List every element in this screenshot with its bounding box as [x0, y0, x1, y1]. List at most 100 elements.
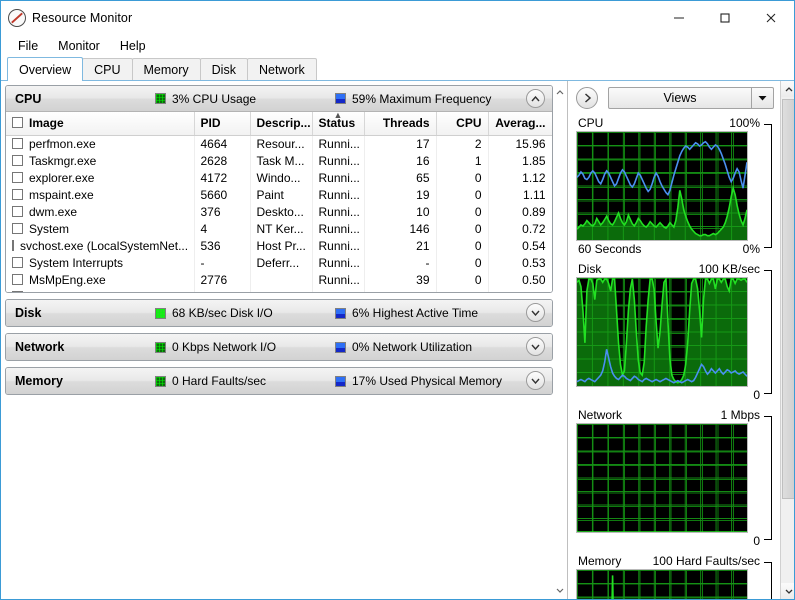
graphs-pane: Views CPU 100% 60 Seconds 0% Disk 100 KB/sec 0… — [567, 81, 794, 599]
row-checkbox[interactable] — [12, 206, 23, 217]
graph-plot-area — [576, 277, 748, 387]
column-header-pid[interactable]: PID — [194, 112, 251, 136]
table-row[interactable]: mspaint.exe 5660 Paint Runni... 19 0 1.11 — [6, 186, 552, 203]
tab-disk[interactable]: Disk — [199, 58, 248, 81]
cell-pid: 376 — [194, 203, 251, 220]
disk-expand-button[interactable] — [526, 303, 545, 322]
maximize-button[interactable] — [702, 1, 748, 35]
hide-graphs-button[interactable] — [576, 87, 598, 109]
menu-bar: File Monitor Help — [1, 35, 794, 57]
graphs-scroll-down-button[interactable] — [780, 583, 794, 599]
row-checkbox[interactable] — [12, 155, 23, 166]
column-header-average[interactable]: Averag... — [488, 112, 552, 136]
cell-pid: 5660 — [194, 186, 251, 203]
left-pane-scrollbar[interactable] — [553, 85, 567, 597]
table-row[interactable]: explorer.exe 4172 Windo... Runni... 65 0 1.12 — [6, 169, 552, 186]
cell-threads: 10 — [364, 288, 437, 292]
graphs-scrollbar-thumb[interactable] — [781, 99, 794, 499]
row-checkbox[interactable] — [12, 257, 23, 268]
cell-pid: 536 — [194, 237, 251, 254]
cell-description — [250, 271, 313, 288]
cell-status: Runni... — [312, 254, 365, 271]
graphs-scrollbar-track[interactable] — [780, 97, 794, 583]
table-row[interactable]: MsMpEng.exe 2776 Runni... 39 0 0.50 — [6, 271, 552, 288]
row-checkbox[interactable] — [12, 172, 23, 183]
memory-panel-header[interactable]: Memory 0 Hard Faults/sec 17% Used Physic… — [6, 368, 552, 394]
graph-title: Network — [578, 408, 623, 422]
network-panel-header[interactable]: Network 0 Kbps Network I/O 0% Network Ut… — [6, 334, 552, 360]
process-table-body: perfmon.exe 4664 Resour... Runni... 17 2 15.96… — [6, 135, 552, 292]
row-checkbox[interactable] — [12, 291, 23, 292]
row-checkbox[interactable] — [12, 189, 23, 200]
graph-min-label: 0 — [753, 388, 760, 402]
graph-max-label: 100 KB/sec — [698, 262, 760, 276]
graph-header: Network 1 Mbps — [576, 408, 774, 423]
close-button[interactable] — [748, 1, 794, 35]
table-header-row: Image PID Descrip... ▲ Status Threads CPU… — [6, 112, 552, 136]
column-header-cpu[interactable]: CPU — [436, 112, 489, 136]
graph-series — [577, 424, 747, 532]
row-checkbox[interactable] — [12, 223, 23, 234]
row-checkbox[interactable] — [12, 274, 23, 285]
tab-memory[interactable]: Memory — [131, 58, 201, 81]
cell-image: dwm.exe — [6, 203, 195, 220]
cpu-collapse-button[interactable] — [526, 89, 545, 108]
cpu-panel-header[interactable]: CPU 3% CPU Usage 59% Maximum Frequency — [6, 86, 552, 112]
cpu-panel-title: CPU — [15, 91, 42, 106]
menu-help[interactable]: Help — [111, 36, 155, 56]
column-header-description[interactable]: Descrip... — [250, 112, 313, 136]
cell-image: svchost.exe (LocalSystemNet... — [6, 237, 195, 254]
cell-description: Deskto... — [250, 203, 313, 220]
table-row[interactable]: WmiPrvSE.exe6100WMI Pr...Runni...1000.24 — [6, 288, 552, 292]
column-header-image[interactable]: Image — [6, 112, 195, 136]
table-row[interactable]: dwm.exe 376 Deskto... Runni... 10 0 0.89 — [6, 203, 552, 220]
graph-scale-bracket — [764, 270, 772, 394]
minimize-button[interactable] — [656, 1, 702, 35]
table-row[interactable]: perfmon.exe 4664 Resour... Runni... 17 2 15.96 — [6, 135, 552, 152]
table-row[interactable]: svchost.exe (LocalSystemNet... 536 Host Pr… — [6, 237, 552, 254]
cpu-frequency-label: 59% Maximum Frequency — [352, 91, 492, 106]
cell-image: Taskmgr.exe — [6, 152, 195, 169]
cell-description: NT Ker... — [250, 220, 313, 237]
graph-max-label: 100 Hard Faults/sec — [652, 554, 760, 568]
cell-description: Paint — [250, 186, 313, 203]
column-header-status[interactable]: ▲ Status — [312, 112, 365, 136]
chevron-down-icon[interactable] — [751, 88, 773, 108]
left-scroll-up-button[interactable] — [553, 85, 567, 99]
tab-overview[interactable]: Overview — [7, 57, 84, 82]
menu-monitor[interactable]: Monitor — [49, 36, 109, 56]
memory-panel-title: Memory — [15, 374, 63, 388]
menu-file[interactable]: File — [9, 36, 47, 56]
memory-expand-button[interactable] — [526, 371, 545, 390]
cell-image: WmiPrvSE.exe — [6, 288, 195, 292]
green-swatch-icon — [155, 93, 166, 104]
cell-threads: 146 — [364, 220, 437, 237]
graphs-scroll-up-button[interactable] — [780, 81, 794, 97]
network-expand-button[interactable] — [526, 337, 545, 356]
table-row[interactable]: System 4 NT Ker... Runni... 146 0 0.72 — [6, 220, 552, 237]
cell-pid: 4172 — [194, 169, 251, 186]
cell-threads: 21 — [364, 237, 437, 254]
table-row[interactable]: Taskmgr.exe 2628 Task M... Runni... 16 1 1.85 — [6, 152, 552, 169]
select-all-checkbox[interactable] — [12, 117, 23, 129]
tab-network[interactable]: Network — [246, 58, 317, 81]
graph-title: Memory — [578, 554, 622, 568]
row-checkbox[interactable] — [12, 240, 14, 251]
tab-cpu[interactable]: CPU — [82, 58, 133, 81]
views-button[interactable]: Views — [608, 87, 774, 109]
cell-description: Task M... — [250, 152, 313, 169]
table-row[interactable]: System Interrupts - Deferr... Runni... -0 0.5… — [6, 254, 552, 271]
graph-scale-bracket — [764, 124, 772, 248]
cell-description: Deferr... — [250, 254, 313, 271]
network-io-label: 0 Kbps Network I/O — [172, 340, 277, 354]
cell-threads: 39 — [364, 271, 437, 288]
left-scroll-down-button[interactable] — [553, 583, 567, 597]
column-header-threads[interactable]: Threads — [364, 112, 437, 136]
disk-active-time-label: 6% Highest Active Time — [352, 306, 479, 320]
disk-panel-header[interactable]: Disk 68 KB/sec Disk I/O 6% Highest Activ… — [6, 300, 552, 326]
cell-description: WMI Pr... — [250, 288, 313, 292]
row-checkbox[interactable] — [12, 138, 23, 150]
graphs-scrollbar[interactable] — [780, 81, 794, 599]
blue-swatch-icon — [335, 93, 346, 104]
graph-header: Disk 100 KB/sec — [576, 262, 774, 277]
